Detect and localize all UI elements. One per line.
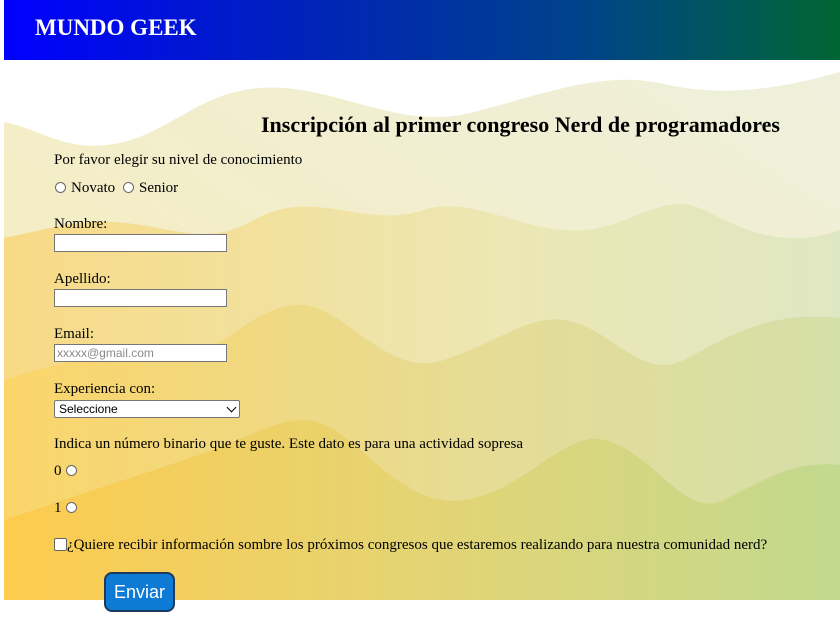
chevron-down-icon <box>226 402 237 413</box>
radio-binary-0[interactable] <box>66 465 77 476</box>
lastname-field[interactable] <box>54 289 227 307</box>
brand-title: MUNDO GEEK <box>35 15 197 40</box>
radio-novato[interactable] <box>55 182 66 193</box>
binary-prompt: Indica un número binario que te guste. E… <box>54 436 524 452</box>
newsletter-checkbox[interactable] <box>54 538 67 551</box>
radio-senior[interactable] <box>123 182 134 193</box>
newsletter-label: ¿Quiere recibir información sombre los p… <box>67 537 768 553</box>
lastname-label: Apellido: <box>54 271 111 287</box>
level-prompt: Por favor elegir su nivel de conocimient… <box>54 152 303 168</box>
experience-label: Experiencia con: <box>54 381 156 397</box>
experience-select[interactable]: Seleccione <box>54 400 240 418</box>
email-field[interactable]: xxxxx@gmail.com <box>54 344 227 362</box>
binary-0-label: 0 <box>54 463 62 479</box>
name-field[interactable] <box>54 234 227 252</box>
form-title: Inscripción al primer congreso Nerd de p… <box>261 112 780 137</box>
name-label: Nombre: <box>54 216 108 232</box>
submit-button[interactable]: Enviar <box>104 572 175 612</box>
radio-senior-label: Senior <box>139 180 179 196</box>
email-label: Email: <box>54 326 94 342</box>
binary-1-label: 1 <box>54 500 62 516</box>
wave-background <box>4 72 840 600</box>
radio-novato-label: Novato <box>71 180 116 196</box>
site-header: MUNDO GEEK <box>4 0 840 60</box>
experience-selected-value: Seleccione <box>59 402 118 416</box>
radio-binary-1[interactable] <box>66 502 77 513</box>
